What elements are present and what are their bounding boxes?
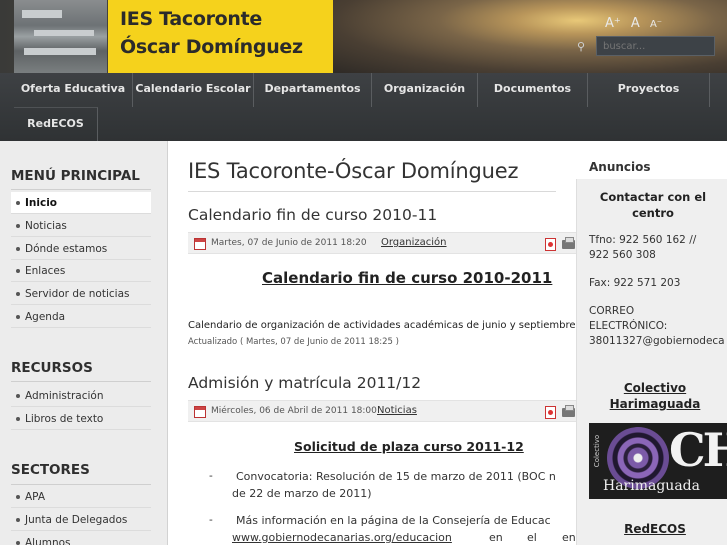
search-input[interactable] <box>596 36 715 56</box>
pdf-icon[interactable] <box>545 238 556 251</box>
colectivo-harimaguada-link[interactable]: Colectivo Harimaguada <box>590 380 720 412</box>
divider <box>188 191 556 192</box>
list-item-text: Convocatoria: Resolución de 15 de marzo … <box>236 470 556 483</box>
font-reset-button[interactable]: A <box>631 16 640 31</box>
section-title-menu-principal: MENÚ PRINCIPAL <box>11 168 140 184</box>
email-value[interactable]: 38011327@gobiernodeca <box>589 334 725 349</box>
main-navigation: Oferta Educativa Calendario Escolar Depa… <box>0 73 727 141</box>
article-meta-bar: Martes, 07 de Junio de 2011 18:20 Organi… <box>188 232 576 254</box>
list-item-text: Más información en la página de la Conse… <box>236 514 551 527</box>
contact-heading: Contactar con el centro <box>599 190 707 220</box>
list-bullet: - <box>209 470 213 482</box>
list-item-text: en <box>562 531 576 544</box>
list-bullet: - <box>209 514 213 526</box>
harimaguada-banner[interactable]: Colectivo CH Harimaguada <box>589 423 727 499</box>
menu-item-administracion[interactable]: Administración <box>11 385 151 407</box>
pdf-icon[interactable] <box>545 406 556 419</box>
article-meta-bar: Miércoles, 06 de Abril de 2011 18:00 Not… <box>188 400 576 422</box>
menu-item-inicio[interactable]: Inicio <box>11 192 151 214</box>
article-date: Miércoles, 06 de Abril de 2011 18:00 <box>211 406 377 416</box>
list-item-text: de 22 de marzo de 2011) <box>232 487 372 500</box>
left-sidebar: MENÚ PRINCIPAL Inicio Noticias Dónde est… <box>0 141 168 545</box>
print-icon[interactable] <box>562 237 575 249</box>
nav-documentos[interactable]: Documentos <box>478 73 588 107</box>
email-label: CORREO <box>589 305 635 317</box>
banner-letters: CH <box>669 423 727 477</box>
font-decrease-button[interactable]: A⁻ <box>650 19 662 30</box>
list-item-text: el <box>527 531 537 544</box>
nav-organizacion[interactable]: Organización <box>372 73 478 107</box>
article-body: Calendario de organización de actividade… <box>188 320 576 331</box>
menu-item-servidor-de-noticias[interactable]: Servidor de noticias <box>11 283 151 305</box>
article-date: Martes, 07 de Junio de 2011 18:20 <box>211 238 367 248</box>
menu-item-alumnos[interactable]: Alumnos <box>11 532 151 545</box>
print-icon[interactable] <box>562 405 575 417</box>
article-heading[interactable]: Calendario fin de curso 2010-2011 <box>262 269 552 287</box>
fax-line: Fax: 922 571 203 <box>589 277 681 289</box>
redecos-link[interactable]: RedECOS <box>590 521 720 537</box>
menu-item-donde-estamos[interactable]: Dónde estamos <box>11 238 151 260</box>
nav-departamentos[interactable]: Departamentos <box>254 73 372 107</box>
article-updated: Actualizado ( Martes, 07 de Junio de 201… <box>188 337 399 347</box>
nav-calendario-escolar[interactable]: Calendario Escolar <box>133 73 254 107</box>
banner-word: Harimaguada <box>603 478 700 494</box>
article-title[interactable]: Admisión y matrícula 2011/12 <box>188 374 421 392</box>
site-title-line1: IES Tacoronte <box>120 8 263 30</box>
menu-item-enlaces[interactable]: Enlaces <box>11 260 151 282</box>
menu-item-junta-de-delegados[interactable]: Junta de Delegados <box>11 509 151 531</box>
divider <box>11 189 151 190</box>
menu-item-agenda[interactable]: Agenda <box>11 306 151 328</box>
phone-line: Tfno: 922 560 162 // <box>589 234 697 246</box>
calendar-icon <box>194 406 206 418</box>
right-sidebar: Anuncios Contactar con el centro Tfno: 9… <box>576 141 727 545</box>
search-icon: ⚲ <box>577 40 586 53</box>
article-title[interactable]: Calendario fin de curso 2010-11 <box>188 206 437 224</box>
school-building-photo <box>14 0 107 73</box>
main-content: IES Tacoronte-Óscar Domínguez Calendario… <box>176 141 576 545</box>
site-header: IES Tacoronte Óscar Domínguez A⁺ A A⁻ ⚲ <box>0 0 727 73</box>
site-logo[interactable]: IES Tacoronte Óscar Domínguez <box>108 0 333 73</box>
site-title-line2: Óscar Domínguez <box>120 36 303 58</box>
article-category-link[interactable]: Organización <box>381 237 447 248</box>
article-category-link[interactable]: Noticias <box>377 405 417 416</box>
article-subheading[interactable]: Solicitud de plaza curso 2011-12 <box>294 439 524 454</box>
announcements-title: Anuncios <box>589 160 651 174</box>
banner-vertical-text: Colectivo <box>593 434 602 468</box>
page-title: IES Tacoronte-Óscar Domínguez <box>188 159 519 183</box>
list-item-text: en <box>489 531 503 544</box>
section-title-sectores: SECTORES <box>11 462 90 478</box>
nav-oferta-educativa[interactable]: Oferta Educativa <box>14 73 133 107</box>
font-size-controls: A⁺ A A⁻ <box>605 16 668 31</box>
menu-item-libros-de-texto[interactable]: Libros de texto <box>11 408 151 430</box>
calendar-icon <box>194 238 206 250</box>
menu-item-apa[interactable]: APA <box>11 486 151 508</box>
nav-proyectos[interactable]: Proyectos <box>588 73 710 107</box>
section-title-recursos: RECURSOS <box>11 360 93 376</box>
email-label: ELECTRÓNICO: <box>589 320 668 332</box>
divider <box>11 484 151 485</box>
nav-redecos[interactable]: RedECOS <box>14 107 98 141</box>
consejeria-link[interactable]: www.gobiernodecanarias.org/educacion <box>232 531 452 544</box>
divider <box>11 381 151 382</box>
menu-item-noticias[interactable]: Noticias <box>11 215 151 237</box>
phone-line: 922 560 308 <box>589 249 656 261</box>
font-increase-button[interactable]: A⁺ <box>605 16 621 31</box>
